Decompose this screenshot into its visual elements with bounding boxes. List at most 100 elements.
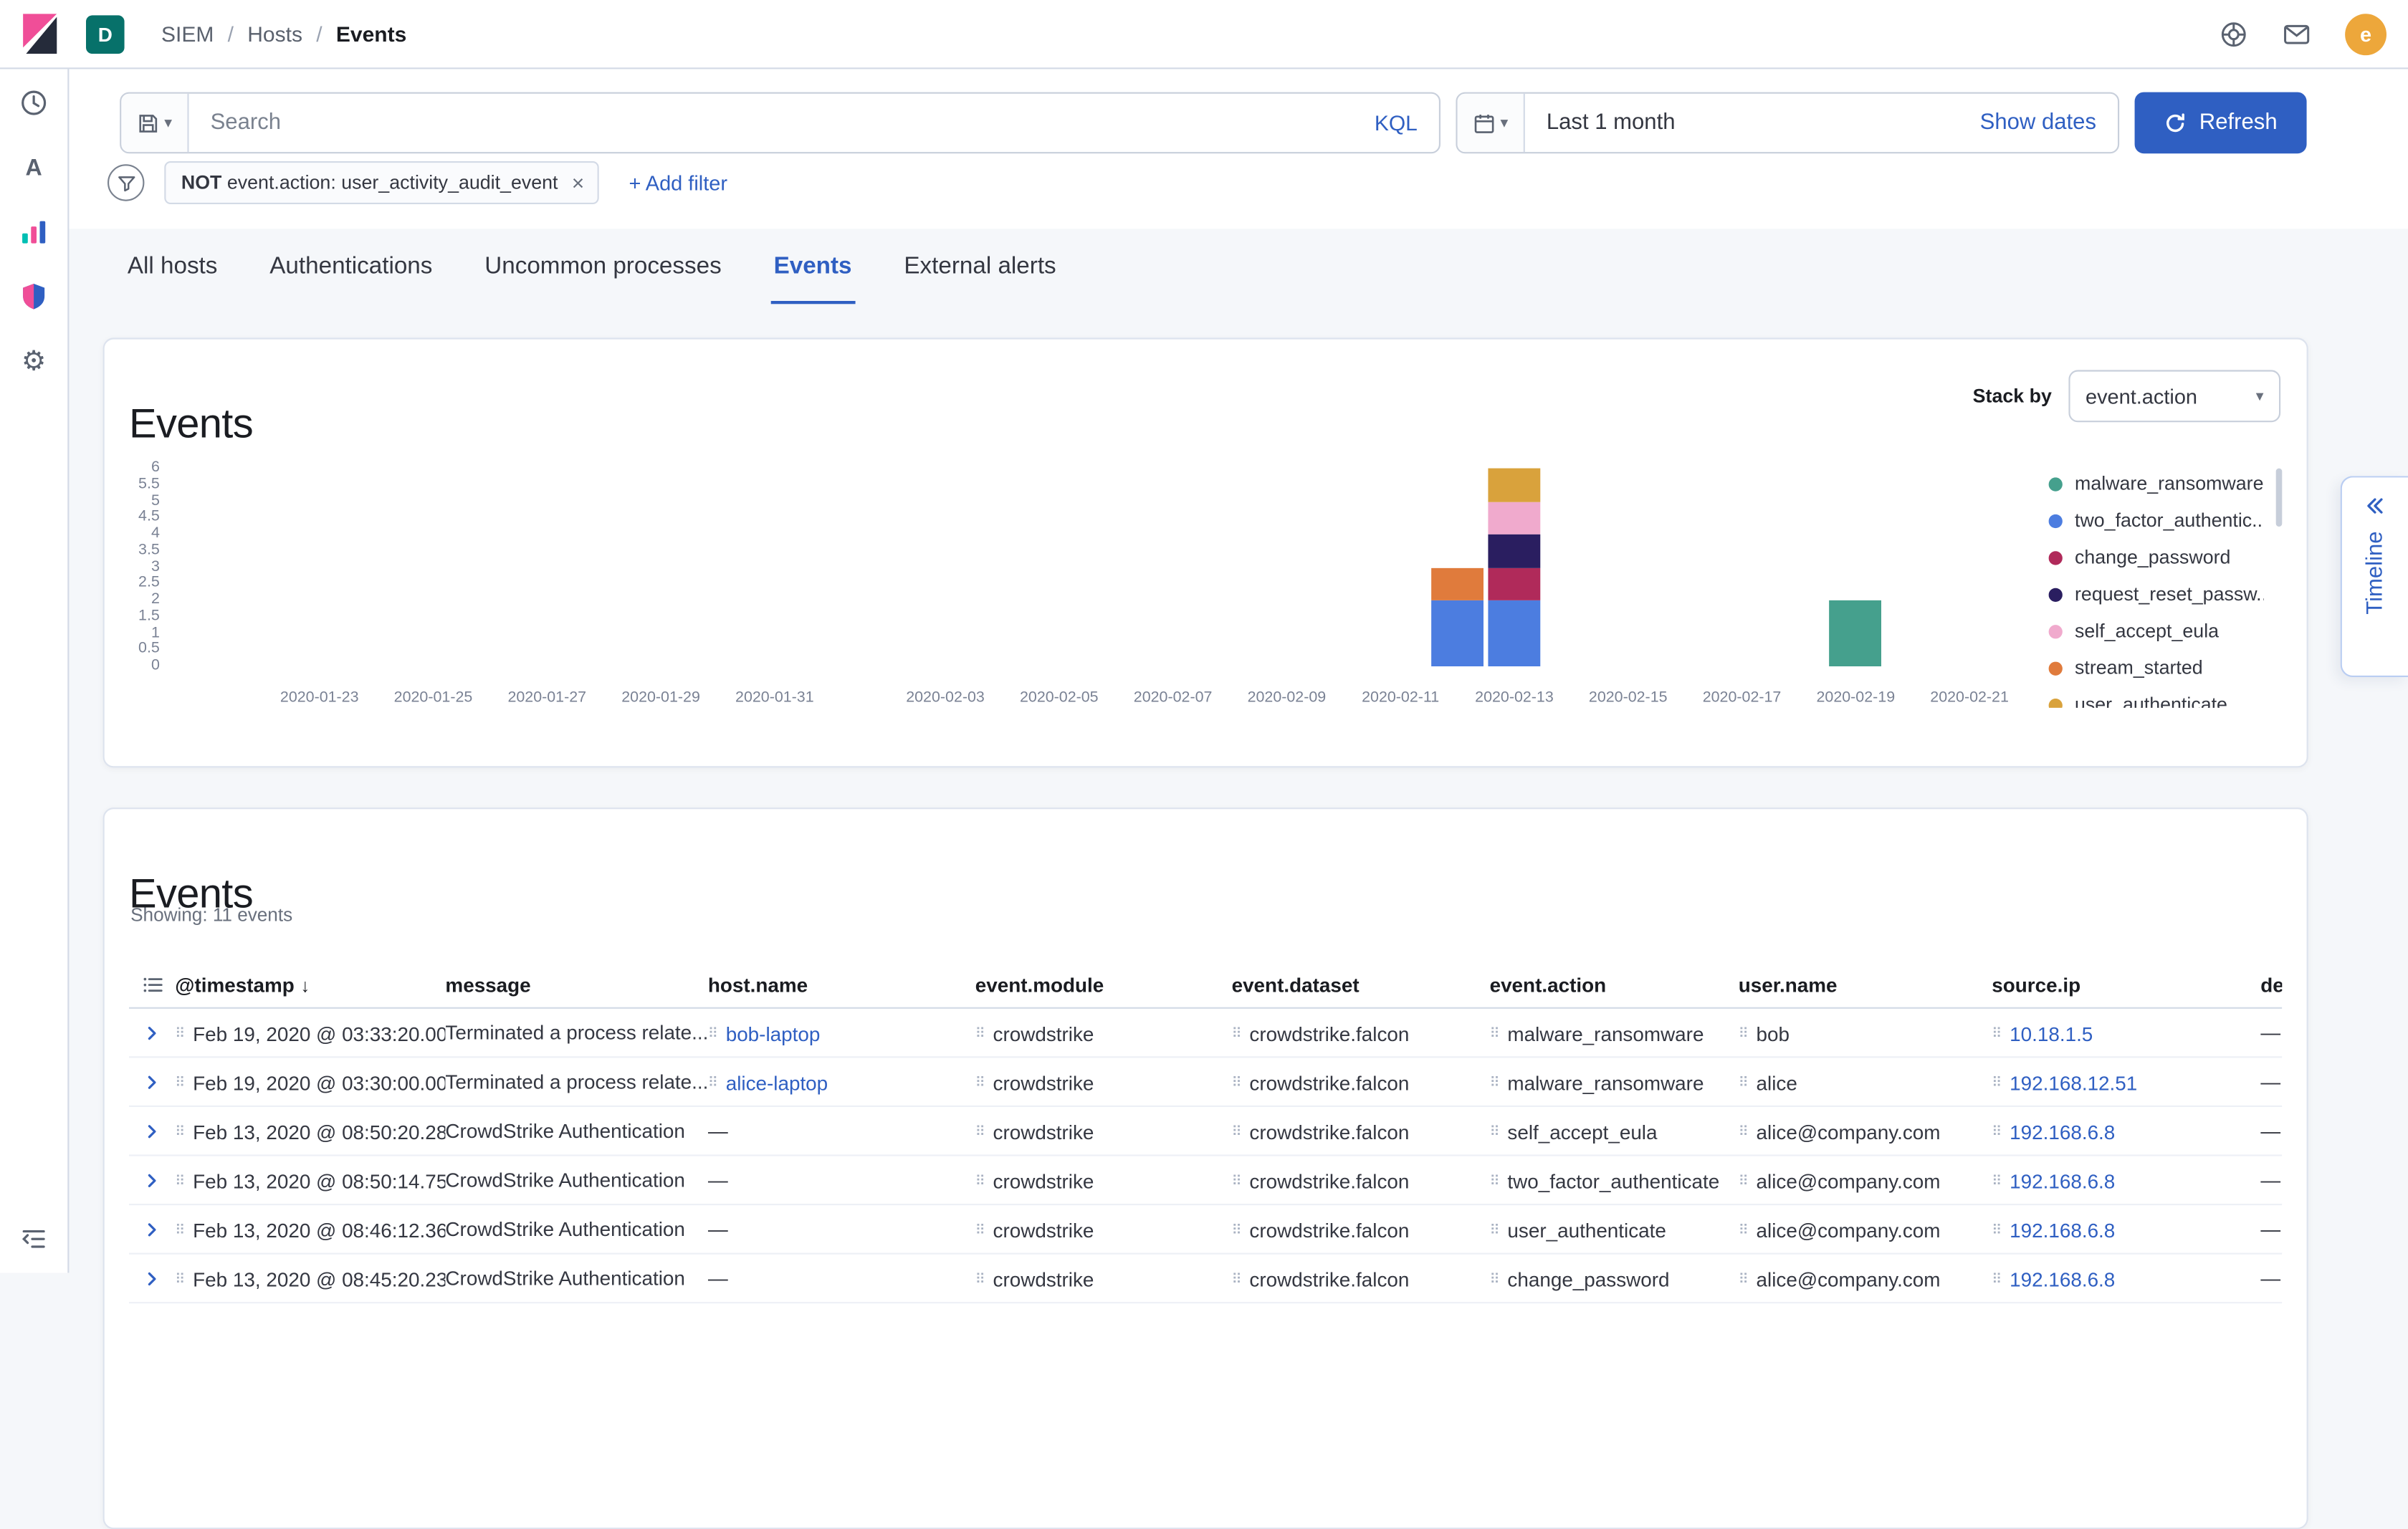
cell-link[interactable]: 192.168.6.8 — [2010, 1170, 2115, 1193]
newsfeed-button[interactable] — [2282, 19, 2311, 49]
sidebar-item-siem[interactable] — [19, 281, 49, 312]
row-expand-button[interactable] — [129, 1022, 175, 1043]
legend-item[interactable]: change_password — [2049, 545, 2264, 570]
cell-value[interactable]: ⠿alice@company.com — [1739, 1170, 1941, 1193]
add-filter-button[interactable]: + Add filter — [620, 170, 737, 196]
cell-value[interactable]: CrowdStrike Authentication — [445, 1217, 684, 1240]
cell-link[interactable]: 192.168.6.8 — [2010, 1268, 2115, 1291]
cell-value[interactable]: ⠿crowdstrike.falcon — [1232, 1268, 1410, 1291]
breadcrumb-hosts[interactable]: Hosts — [247, 21, 302, 46]
legend-item[interactable]: user_authenticate — [2049, 692, 2264, 707]
cell-value[interactable]: ⠿change_password — [1490, 1268, 1670, 1291]
cell-value[interactable]: ⠿crowdstrike — [975, 1219, 1094, 1242]
cell-value[interactable]: ⠿Feb 13, 2020 @ 08:50:14.754 — [175, 1170, 445, 1193]
legend-item[interactable]: malware_ransomware — [2049, 471, 2264, 496]
cell-value[interactable]: ⠿alice@company.com — [1739, 1268, 1941, 1291]
column-header-event-action[interactable]: event.action — [1490, 974, 1739, 997]
cell-value[interactable]: ⠿Feb 13, 2020 @ 08:46:12.362 — [175, 1219, 445, 1242]
cell-value[interactable]: ⠿crowdstrike — [975, 1022, 1094, 1045]
legend-item[interactable]: self_accept_eula — [2049, 619, 2264, 643]
sidebar-item-management[interactable]: ⚙ — [19, 345, 49, 376]
stack-by-select[interactable]: event.action ▾ — [2068, 370, 2280, 422]
cell-link[interactable]: alice-laptop — [726, 1072, 828, 1095]
cell-value[interactable]: ⠿192.168.6.8 — [1992, 1219, 2115, 1242]
cell-value[interactable]: ⠿two_factor_authenticate — [1490, 1170, 1720, 1193]
timeline-flyout-toggle[interactable]: Timeline — [2341, 476, 2408, 677]
cell-value[interactable]: Terminated a process relate... — [445, 1070, 707, 1093]
filter-options-button[interactable] — [108, 164, 144, 201]
cell-value[interactable]: ⠿crowdstrike — [975, 1170, 1094, 1193]
sidebar-item-space[interactable]: A — [19, 152, 49, 183]
column-header-user-name[interactable]: user.name — [1739, 974, 1992, 997]
column-header-host-name[interactable]: host.name — [708, 974, 975, 997]
cell-value[interactable]: ⠿192.168.6.8 — [1992, 1121, 2115, 1144]
cell-value[interactable]: ⠿Feb 13, 2020 @ 08:50:20.289 — [175, 1121, 445, 1144]
cell-value[interactable]: ⠿alice-laptop — [708, 1072, 828, 1095]
cell-value[interactable]: ⠿malware_ransomware — [1490, 1022, 1704, 1045]
cell-value[interactable]: ⠿crowdstrike.falcon — [1232, 1072, 1410, 1095]
bar-segment[interactable] — [1830, 600, 1882, 666]
column-header-event-dataset[interactable]: event.dataset — [1232, 974, 1490, 997]
sidebar-item-analytics[interactable] — [19, 216, 49, 247]
cell-link[interactable]: bob-laptop — [726, 1022, 821, 1045]
cell-link[interactable]: 192.168.12.51 — [2010, 1072, 2137, 1095]
row-expand-button[interactable] — [129, 1267, 175, 1289]
legend-item[interactable]: two_factor_authentic... — [2049, 508, 2264, 532]
cell-value[interactable]: ⠿Feb 19, 2020 @ 03:30:00.000 — [175, 1072, 445, 1095]
row-expand-button[interactable] — [129, 1169, 175, 1191]
row-expand-button[interactable] — [129, 1218, 175, 1240]
cell-value[interactable]: ⠿192.168.6.8 — [1992, 1170, 2115, 1193]
deployment-badge[interactable]: D — [86, 14, 125, 53]
cell-value[interactable]: ⠿bob-laptop — [708, 1022, 821, 1045]
cell-value[interactable]: ⠿self_accept_eula — [1490, 1121, 1658, 1144]
legend-item[interactable]: request_reset_passw... — [2049, 582, 2264, 606]
row-expand-button[interactable] — [129, 1071, 175, 1093]
time-range-value[interactable]: Last 1 month — [1525, 94, 1971, 152]
filter-pill[interactable]: NOT event.action: user_activity_audit_ev… — [164, 161, 599, 204]
legend-scrollbar[interactable] — [2276, 469, 2283, 527]
bar-segment[interactable] — [1431, 567, 1484, 600]
saved-query-button[interactable]: ▾ — [121, 94, 188, 152]
cell-value[interactable]: ⠿Feb 13, 2020 @ 08:45:20.236 — [175, 1268, 445, 1291]
cell-value[interactable]: ⠿crowdstrike.falcon — [1232, 1170, 1410, 1193]
cell-value[interactable]: ⠿192.168.6.8 — [1992, 1268, 2115, 1291]
cell-value[interactable]: ⠿crowdstrike.falcon — [1232, 1121, 1410, 1144]
column-header-destination-ip[interactable]: destination.ip — [2260, 974, 2282, 997]
tab-all-hosts[interactable]: All hosts — [125, 254, 221, 305]
row-expand-button[interactable] — [129, 1120, 175, 1141]
column-header-message[interactable]: message — [445, 974, 707, 997]
show-dates-button[interactable]: Show dates — [1971, 94, 2118, 152]
tab-events[interactable]: Events — [770, 254, 855, 305]
cell-value[interactable]: ⠿Feb 19, 2020 @ 03:33:20.000 — [175, 1022, 445, 1045]
bar-segment[interactable] — [1489, 600, 1541, 666]
cell-value[interactable]: ⠿alice@company.com — [1739, 1121, 1941, 1144]
legend-item[interactable]: stream_started — [2049, 656, 2264, 680]
cell-value[interactable]: ⠿alice — [1739, 1072, 1797, 1095]
tab-uncommon-processes[interactable]: Uncommon processes — [482, 254, 725, 305]
tab-external-alerts[interactable]: External alerts — [901, 254, 1059, 305]
column-header-event-module[interactable]: event.module — [975, 974, 1232, 997]
collapse-nav-button[interactable] — [19, 1224, 49, 1255]
bar-segment[interactable] — [1489, 502, 1541, 535]
customize-columns-button[interactable] — [129, 974, 175, 997]
cell-value[interactable]: ⠿crowdstrike — [975, 1121, 1094, 1144]
breadcrumb-siem[interactable]: SIEM — [161, 21, 214, 46]
bar-segment[interactable] — [1431, 600, 1484, 666]
cell-value[interactable]: CrowdStrike Authentication — [445, 1169, 684, 1192]
cell-value[interactable]: ⠿crowdstrike.falcon — [1232, 1022, 1410, 1045]
column-header-timestamp[interactable]: @timestamp ↓ — [175, 974, 445, 997]
cell-value[interactable]: ⠿192.168.12.51 — [1992, 1072, 2137, 1095]
bar-segment[interactable] — [1489, 535, 1541, 567]
quick-select-date-button[interactable]: ▾ — [1458, 94, 1525, 152]
cell-link[interactable]: 10.18.1.5 — [2010, 1022, 2093, 1045]
cell-value[interactable]: ⠿alice@company.com — [1739, 1219, 1941, 1242]
kql-syntax-button[interactable]: KQL — [1365, 94, 1439, 152]
cell-link[interactable]: 192.168.6.8 — [2010, 1219, 2115, 1242]
cell-value[interactable]: ⠿bob — [1739, 1022, 1790, 1045]
cell-value[interactable]: ⠿crowdstrike — [975, 1268, 1094, 1291]
tab-authentications[interactable]: Authentications — [267, 254, 436, 305]
remove-filter-button[interactable]: × — [567, 172, 588, 193]
cell-value[interactable]: CrowdStrike Authentication — [445, 1267, 684, 1290]
recently-viewed-button[interactable] — [19, 87, 49, 118]
cell-link[interactable]: 192.168.6.8 — [2010, 1121, 2115, 1144]
